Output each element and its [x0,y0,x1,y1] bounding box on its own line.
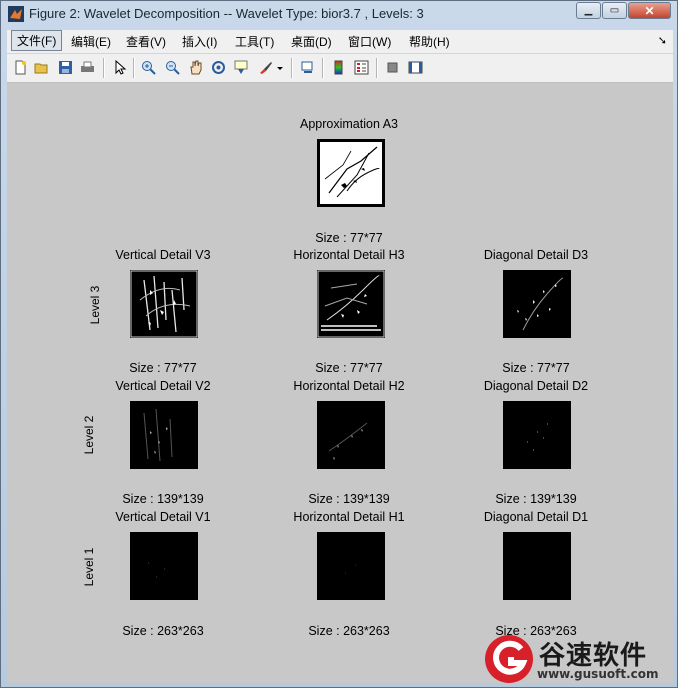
level1-horizontal-title: Horizontal Detail H1 [293,510,405,524]
level2-horizontal-size: Size : 139*139 [308,492,390,506]
zoom-in-icon[interactable] [140,59,157,76]
dock-arrow-icon[interactable]: ➘ [658,34,667,47]
level1-horizontal-image[interactable] [317,532,385,600]
gusu-logo-icon [485,635,533,683]
menu-edit[interactable]: 编辑(E) [71,33,111,50]
rotate-3d-icon[interactable] [210,59,227,76]
watermark-url: www.gusuoft.com [537,667,659,681]
toolbar-separator [376,58,378,78]
level3-diagonal-image[interactable] [503,270,571,338]
toolbar-separator [322,58,324,78]
level3-diagonal-title: Diagonal Detail D3 [483,248,589,262]
toolbar-separator [133,58,135,78]
maximize-button[interactable]: ▭ [602,2,627,19]
menu-view[interactable]: 查看(V) [126,33,166,50]
window-title: Figure 2: Wavelet Decomposition -- Wavel… [29,6,424,21]
level3-horizontal-title: Horizontal Detail H3 [293,248,405,262]
save-icon[interactable] [57,59,74,76]
site-watermark: 谷速软件 www.gusuoft.com [477,631,677,687]
matlab-icon [8,6,24,22]
menu-help[interactable]: 帮助(H) [409,33,450,50]
level1-vertical-size: Size : 263*263 [122,624,204,638]
level2-horizontal-image[interactable] [317,401,385,469]
level1-diagonal-image[interactable] [503,532,571,600]
figure-canvas: Approximation A3 Size : 77*77 Vertical D… [7,83,673,683]
level3-label: Level 3 [88,285,102,325]
level2-diagonal-image[interactable] [503,401,571,469]
menu-insert[interactable]: 插入(I) [182,33,217,50]
level2-diagonal-title: Diagonal Detail D2 [483,379,589,393]
level3-vertical-image[interactable] [130,270,198,338]
level2-vertical-image[interactable] [130,401,198,469]
toolbar-separator [103,58,105,78]
level3-vertical-size: Size : 77*77 [129,361,197,375]
approximation-title: Approximation A3 [300,117,398,131]
window-controls: ▁ ▭ ✕ [576,2,671,19]
menu-window[interactable]: 窗口(W) [348,33,391,50]
level2-horizontal-title: Horizontal Detail H2 [293,379,405,393]
level2-diagonal-size: Size : 139*139 [495,492,577,506]
menu-file[interactable]: 文件(F) [11,30,63,51]
legend-icon[interactable] [353,59,370,76]
level3-horizontal-size: Size : 77*77 [315,361,383,375]
title-bar[interactable]: Figure 2: Wavelet Decomposition -- Wavel… [1,1,677,27]
level1-label: Level 1 [82,547,96,587]
pointer-icon[interactable] [111,59,128,76]
figure-window: Figure 2: Wavelet Decomposition -- Wavel… [0,0,678,688]
level3-horizontal-image[interactable] [317,270,385,338]
figure-toolbar [7,54,673,83]
approximation-image[interactable] [317,139,385,207]
level1-vertical-image[interactable] [130,532,198,600]
level2-vertical-title: Vertical Detail V2 [115,379,211,393]
data-cursor-icon[interactable] [233,59,250,76]
menu-desktop[interactable]: 桌面(D) [291,33,332,50]
close-button[interactable]: ✕ [628,2,671,19]
open-file-icon[interactable] [33,59,50,76]
new-figure-icon[interactable] [12,59,29,76]
menu-tools[interactable]: 工具(T) [235,33,274,50]
level3-diagonal-size: Size : 77*77 [502,361,570,375]
level3-vertical-title: Vertical Detail V3 [115,248,211,262]
minimize-button[interactable]: ▁ [576,2,601,19]
level2-label: Level 2 [82,415,96,455]
level2-vertical-size: Size : 139*139 [122,492,204,506]
brush-dropdown-icon[interactable] [275,59,285,76]
level1-vertical-title: Vertical Detail V1 [115,510,211,524]
link-plot-icon[interactable] [299,59,316,76]
level1-diagonal-title: Diagonal Detail D1 [483,510,589,524]
level1-horizontal-size: Size : 263*263 [308,624,390,638]
zoom-out-icon[interactable] [164,59,181,76]
print-icon[interactable] [79,59,96,76]
menu-bar: 文件(F) 编辑(E) 查看(V) 插入(I) 工具(T) 桌面(D) 窗口(W… [7,30,673,53]
hide-plot-tools-icon[interactable] [384,59,401,76]
pan-icon[interactable] [187,59,204,76]
show-plot-tools-icon[interactable] [407,59,424,76]
approximation-size: Size : 77*77 [315,231,383,245]
brush-icon[interactable] [257,59,274,76]
toolbar-separator [291,58,293,78]
colorbar-icon[interactable] [330,59,347,76]
